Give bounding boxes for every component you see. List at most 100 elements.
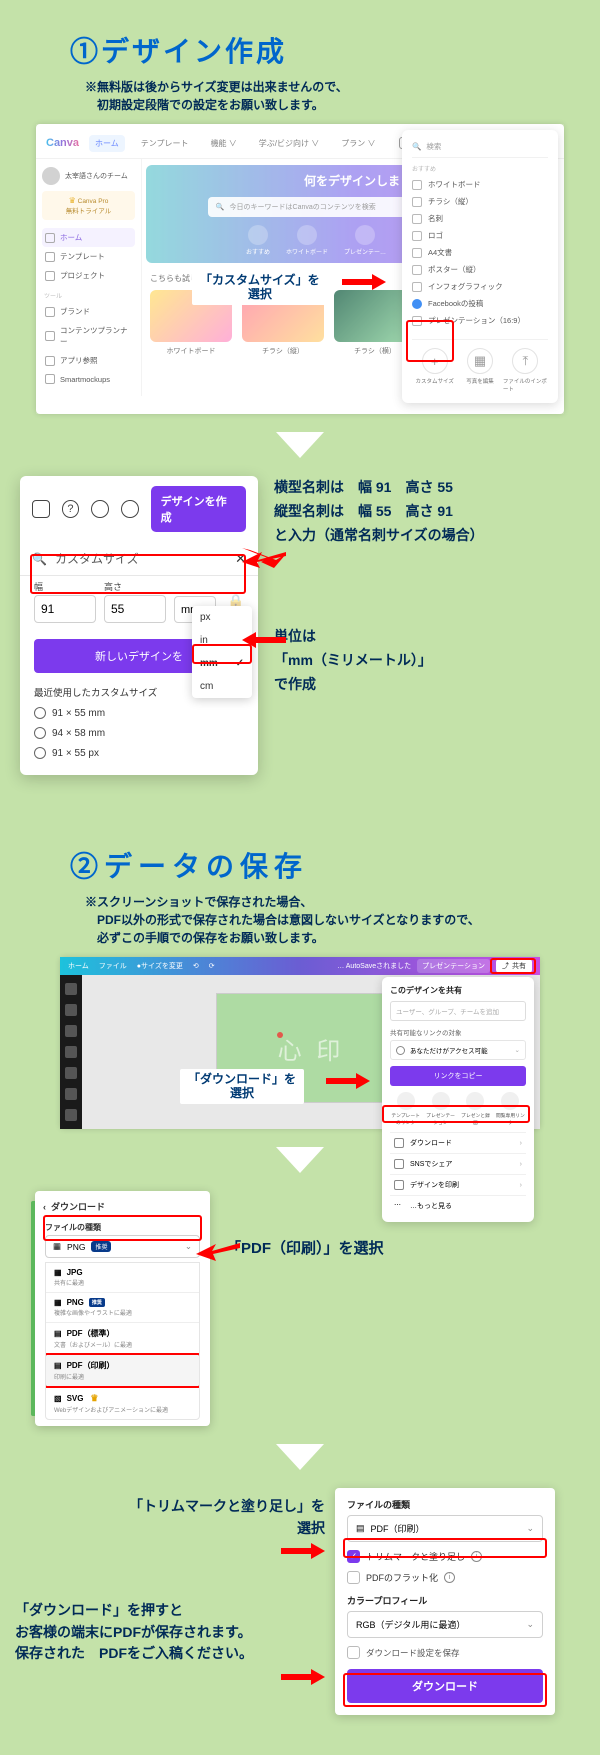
template-icon xyxy=(45,252,55,262)
poster-icon xyxy=(412,265,422,275)
share-scope[interactable]: あなただけがアクセス可能 ⌄ xyxy=(390,1040,526,1060)
panel-search[interactable]: 🔍 検索 xyxy=(412,138,548,158)
bell-icon[interactable] xyxy=(121,500,139,518)
unit-px[interactable]: px xyxy=(192,606,252,629)
canva-editor-screenshot: ホーム ファイル ●サイズを変更 ⟲ ⟳ … AutoSaveされました プレゼ… xyxy=(60,957,540,1129)
template-icon[interactable] xyxy=(65,983,77,995)
filetype-svg[interactable]: ▧SVG♛ Webデザインおよびアニメーションに最適 xyxy=(46,1386,199,1419)
filetype-pdf-print[interactable]: ▤PDF（印刷） 印刷に最適 xyxy=(46,1354,199,1386)
share-list-sns[interactable]: SNSでシェア› xyxy=(390,1153,526,1174)
info-icon[interactable]: i xyxy=(444,1572,455,1583)
uploads-icon[interactable] xyxy=(65,1025,77,1037)
canvas-dot-icon xyxy=(277,1032,283,1038)
panel-item-poster[interactable]: ポスター（縦） xyxy=(412,261,548,278)
copy-link-button[interactable]: リンクをコピー xyxy=(390,1066,526,1086)
topnav-learn[interactable]: 学ぶ/ビジ向け ∨ xyxy=(253,135,325,152)
red-highlight-wh xyxy=(30,554,246,594)
red-highlight-trim xyxy=(343,1538,547,1558)
sidebar-item-templates[interactable]: テンプレート xyxy=(42,247,135,266)
undo-icon[interactable]: ⟲ xyxy=(193,962,199,970)
gear-icon[interactable] xyxy=(91,500,109,518)
callout-dl-2: お客様の端末にPDFが保存されます。 xyxy=(15,1622,325,1644)
color-profile-label: カラープロフィール xyxy=(347,1594,543,1607)
panel-item-logo[interactable]: ロゴ xyxy=(412,227,548,244)
present-button[interactable]: プレゼンテーション xyxy=(417,959,490,973)
pro-upsell[interactable]: ♛ Canva Pro 無料トライアル xyxy=(42,191,135,220)
canva-logo: Canva xyxy=(46,137,79,149)
panel-item-flyer[interactable]: チラシ（縦） xyxy=(412,193,548,210)
share-list-download[interactable]: ダウンロード› xyxy=(390,1132,526,1153)
recent-size-1[interactable]: 91 × 55 mm xyxy=(20,703,258,723)
down-triangle-icon xyxy=(276,1147,324,1173)
sidebar-item-projects[interactable]: プロジェクト xyxy=(42,266,135,285)
file-icon: ▦ xyxy=(54,1268,62,1277)
panel-item-infog[interactable]: インフォグラフィック xyxy=(412,278,548,295)
styles-icon[interactable] xyxy=(65,1088,77,1100)
create-design-button[interactable]: デザインを作成 xyxy=(151,486,246,532)
arrow-icon xyxy=(196,1241,240,1261)
help-icon[interactable]: ? xyxy=(62,500,80,518)
team-switcher[interactable]: 太宰語さんのチーム xyxy=(42,167,135,185)
instruct-line3: と入力（通常名刺サイズの場合） xyxy=(274,524,564,548)
whiteboard-icon xyxy=(412,180,422,190)
brand-icon xyxy=(45,307,55,317)
topnav-func[interactable]: 機能 ∨ xyxy=(205,135,243,152)
download-icon xyxy=(394,1138,404,1148)
instruct-line4: 単位は xyxy=(274,625,564,649)
filetype-pdf-std[interactable]: ▤PDF（標準） 文書（およびメール）に最適 xyxy=(46,1322,199,1354)
menu-file[interactable]: ファイル xyxy=(99,961,127,971)
height-input[interactable] xyxy=(104,595,166,623)
sidebar-item-planner[interactable]: コンテンツプランナー xyxy=(42,321,135,351)
panel-edit-photo[interactable]: ▦写真を編集 xyxy=(458,348,503,393)
save-settings-checkbox[interactable]: ダウンロード設定を保存 xyxy=(347,1646,543,1659)
menu-resize[interactable]: ●サイズを変更 xyxy=(137,961,183,971)
sidebar-item-brand[interactable]: ブランド xyxy=(42,302,135,321)
arrow-icon xyxy=(242,548,286,568)
recent-size-3[interactable]: 91 × 55 px xyxy=(20,743,258,763)
hero-cat-pres[interactable]: プレゼンテー… xyxy=(344,225,386,256)
flatten-checkbox[interactable]: PDFのフラット化 i xyxy=(347,1571,543,1584)
panel-item-fb[interactable]: Facebookの投稿 xyxy=(412,295,548,312)
callout-custom-size: 「カスタムサイズ」を 選択 xyxy=(192,270,328,305)
chevron-right-icon: › xyxy=(520,1140,522,1147)
panel-item-whiteboard[interactable]: ホワイトボード xyxy=(412,176,548,193)
crown-icon: ♛ xyxy=(88,1392,100,1404)
callout-dl-3: 保存された PDFをご入稿ください。 xyxy=(15,1643,325,1665)
more-icon[interactable] xyxy=(65,1109,77,1121)
checkbox-icon xyxy=(347,1571,360,1584)
unit-cm[interactable]: cm xyxy=(192,675,252,698)
filetype-jpg[interactable]: ▦JPG 共有に最適 xyxy=(46,1263,199,1292)
topnav-template[interactable]: テンプレート xyxy=(135,135,195,152)
redo-icon[interactable]: ⟳ xyxy=(209,962,215,970)
screen-icon[interactable] xyxy=(32,500,50,518)
sidebar-item-apps[interactable]: アプリ参照 xyxy=(42,351,135,370)
share-input[interactable]: ユーザー、グループ、チームを追加 xyxy=(390,1001,526,1021)
width-input[interactable] xyxy=(34,595,96,623)
sidebar-item-home[interactable]: ホーム xyxy=(42,228,135,247)
photos-icon[interactable] xyxy=(65,1067,77,1079)
text-icon[interactable] xyxy=(65,1046,77,1058)
filetype-png[interactable]: ▦PNG推奨 複雑な画像やイラストに最適 xyxy=(46,1292,199,1322)
folder-icon xyxy=(45,271,55,281)
panel-section-rec: おすすめ xyxy=(412,164,548,173)
hero-cat-rec[interactable]: おすすめ xyxy=(246,225,270,256)
panel-item-a4[interactable]: A4文書 xyxy=(412,244,548,261)
red-highlight-pdf-print xyxy=(45,1353,200,1388)
panel-import-file[interactable]: ⤒ファイルのインポート xyxy=(503,348,548,393)
instruct-line2: 縦型名刺は 幅 55 高さ 91 xyxy=(274,500,564,524)
panel-item-card[interactable]: 名刺 xyxy=(412,210,548,227)
elements-icon[interactable] xyxy=(65,1004,77,1016)
recent-size-2[interactable]: 94 × 58 mm xyxy=(20,723,258,743)
topnav-home[interactable]: ホーム xyxy=(89,135,125,152)
chevron-down-icon: ⌄ xyxy=(526,1619,534,1630)
clock-icon xyxy=(34,727,46,739)
menu-home[interactable]: ホーム xyxy=(68,961,89,971)
section2-title: ②データの保存 xyxy=(70,845,600,885)
upload-icon: ⤒ xyxy=(512,348,538,374)
file-icon: ▤ xyxy=(54,1329,62,1338)
sidebar-item-smartmockups[interactable]: Smartmockups xyxy=(42,370,135,388)
download-popover: ‹ダウンロード ファイルの種類 ▦ PNG 推奨 ⌄ ▦JPG 共有に最適 ▦P… xyxy=(35,1191,210,1426)
hero-cat-wb[interactable]: ホワイトボード xyxy=(286,225,328,256)
topnav-plan[interactable]: プラン ∨ xyxy=(335,135,381,152)
color-profile-select[interactable]: RGB（デジタル用に最適） ⌄ xyxy=(347,1611,543,1638)
